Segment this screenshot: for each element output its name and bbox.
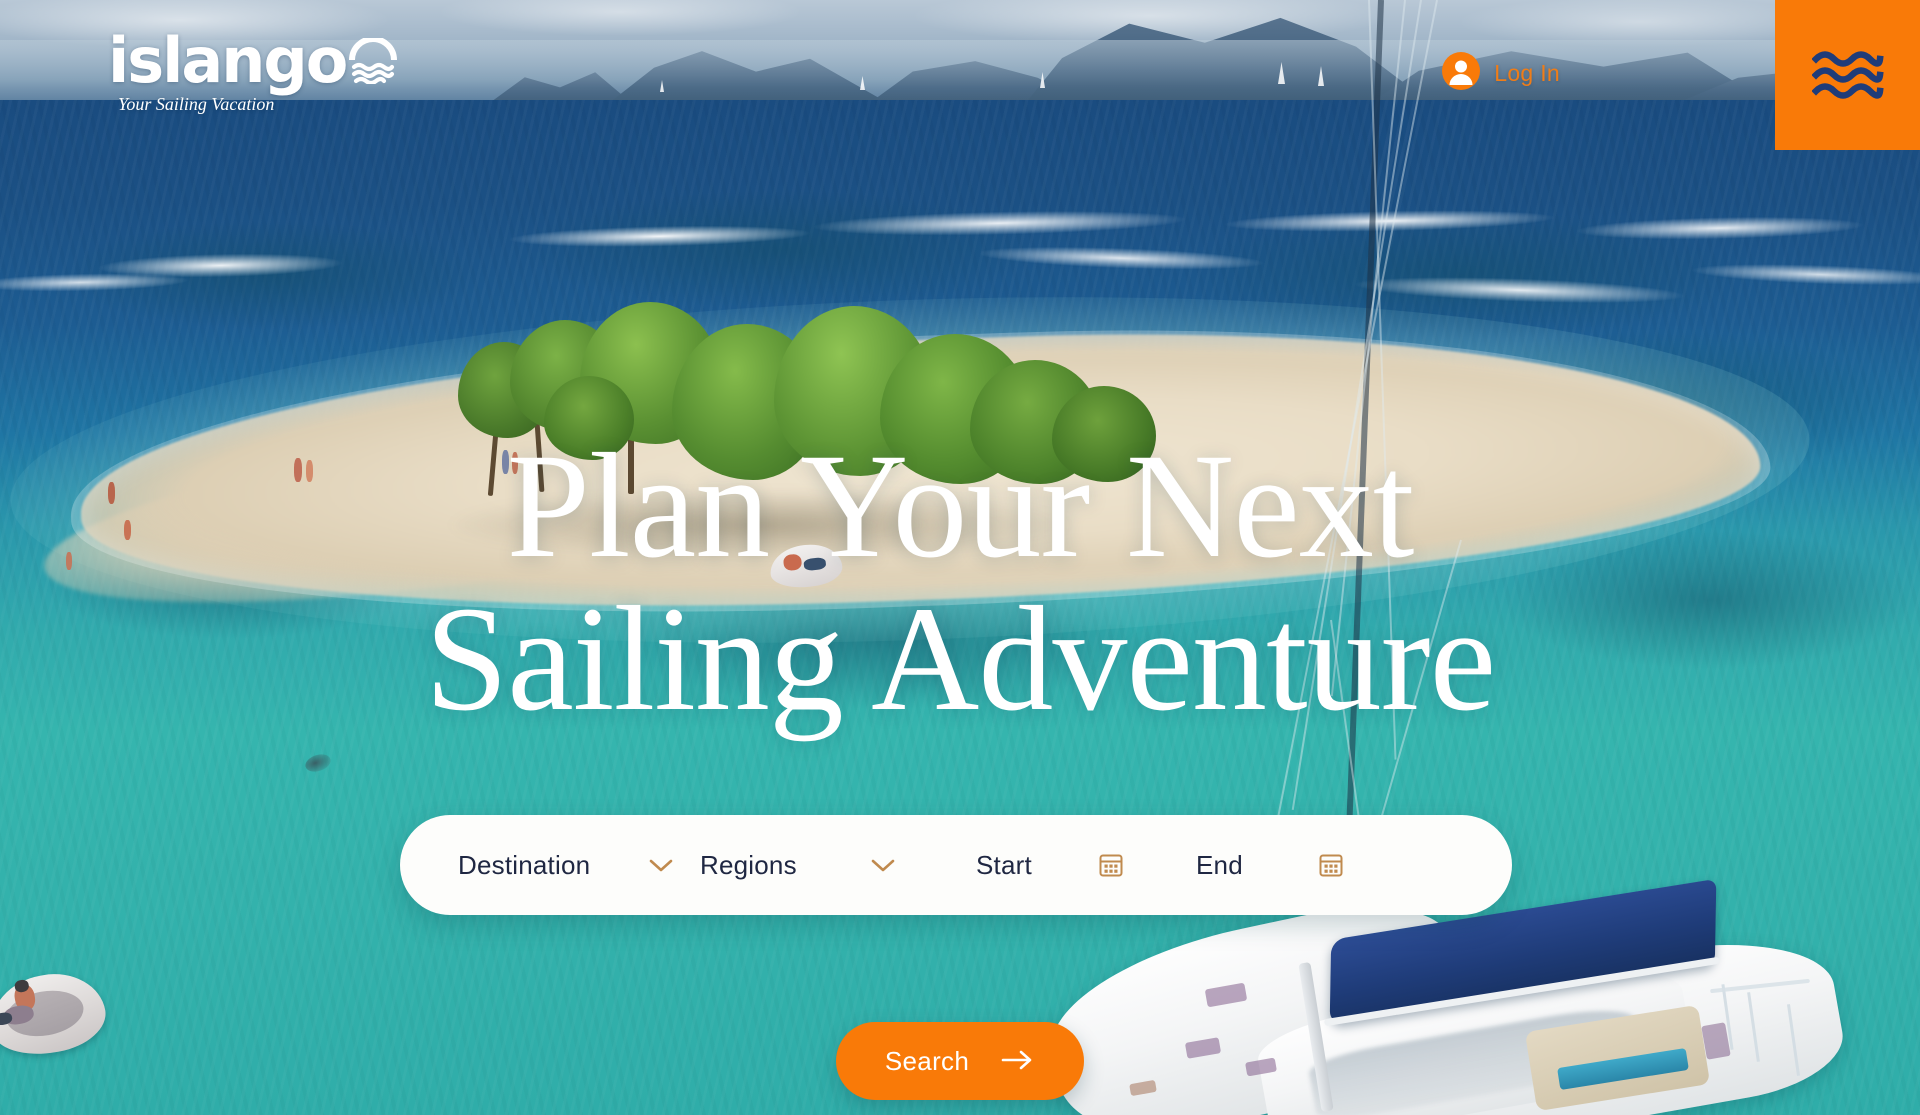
end-date-label: End [1196, 849, 1243, 880]
login-button[interactable]: Log In [1442, 52, 1560, 95]
end-date-field[interactable]: End [1196, 815, 1346, 915]
site-header: islango Your Sailing Vacation Log In [0, 0, 1920, 150]
wave-hamburger-menu-icon[interactable] [1775, 0, 1920, 150]
user-avatar-icon [1442, 52, 1481, 95]
sun-over-waves-icon [348, 35, 398, 89]
search-button-label: Search [884, 1045, 970, 1076]
logo-wordmark: islango [108, 24, 348, 97]
calendar-icon[interactable] [1096, 850, 1126, 880]
login-label: Log In [1494, 60, 1560, 86]
arrow-right-icon [1001, 1048, 1035, 1075]
destination-select[interactable]: Destination [458, 815, 676, 915]
calendar-icon[interactable] [1316, 850, 1346, 880]
chevron-down-icon[interactable] [868, 855, 898, 875]
headline-line-1: Plan Your Next [506, 423, 1415, 589]
headline-line-2: Sailing Adventure [424, 576, 1496, 742]
logo-tagline: Your Sailing Vacation [118, 94, 275, 114]
destination-label: Destination [458, 849, 591, 880]
regions-label: Regions [700, 849, 797, 880]
hero-headline: Plan Your Next Sailing Adventure [0, 430, 1920, 736]
logo[interactable]: islango Your Sailing Vacation [108, 30, 398, 115]
search-button[interactable]: Search [836, 1022, 1084, 1100]
chevron-down-icon[interactable] [646, 855, 676, 875]
catamaran [1010, 878, 1851, 1115]
start-date-field[interactable]: Start [976, 815, 1126, 915]
start-date-label: Start [976, 849, 1032, 880]
page-root: islango Your Sailing Vacation Log In Pla… [0, 0, 1920, 1115]
regions-select[interactable]: Regions [700, 815, 898, 915]
search-bar: Destination Regions Start End [400, 815, 1512, 915]
